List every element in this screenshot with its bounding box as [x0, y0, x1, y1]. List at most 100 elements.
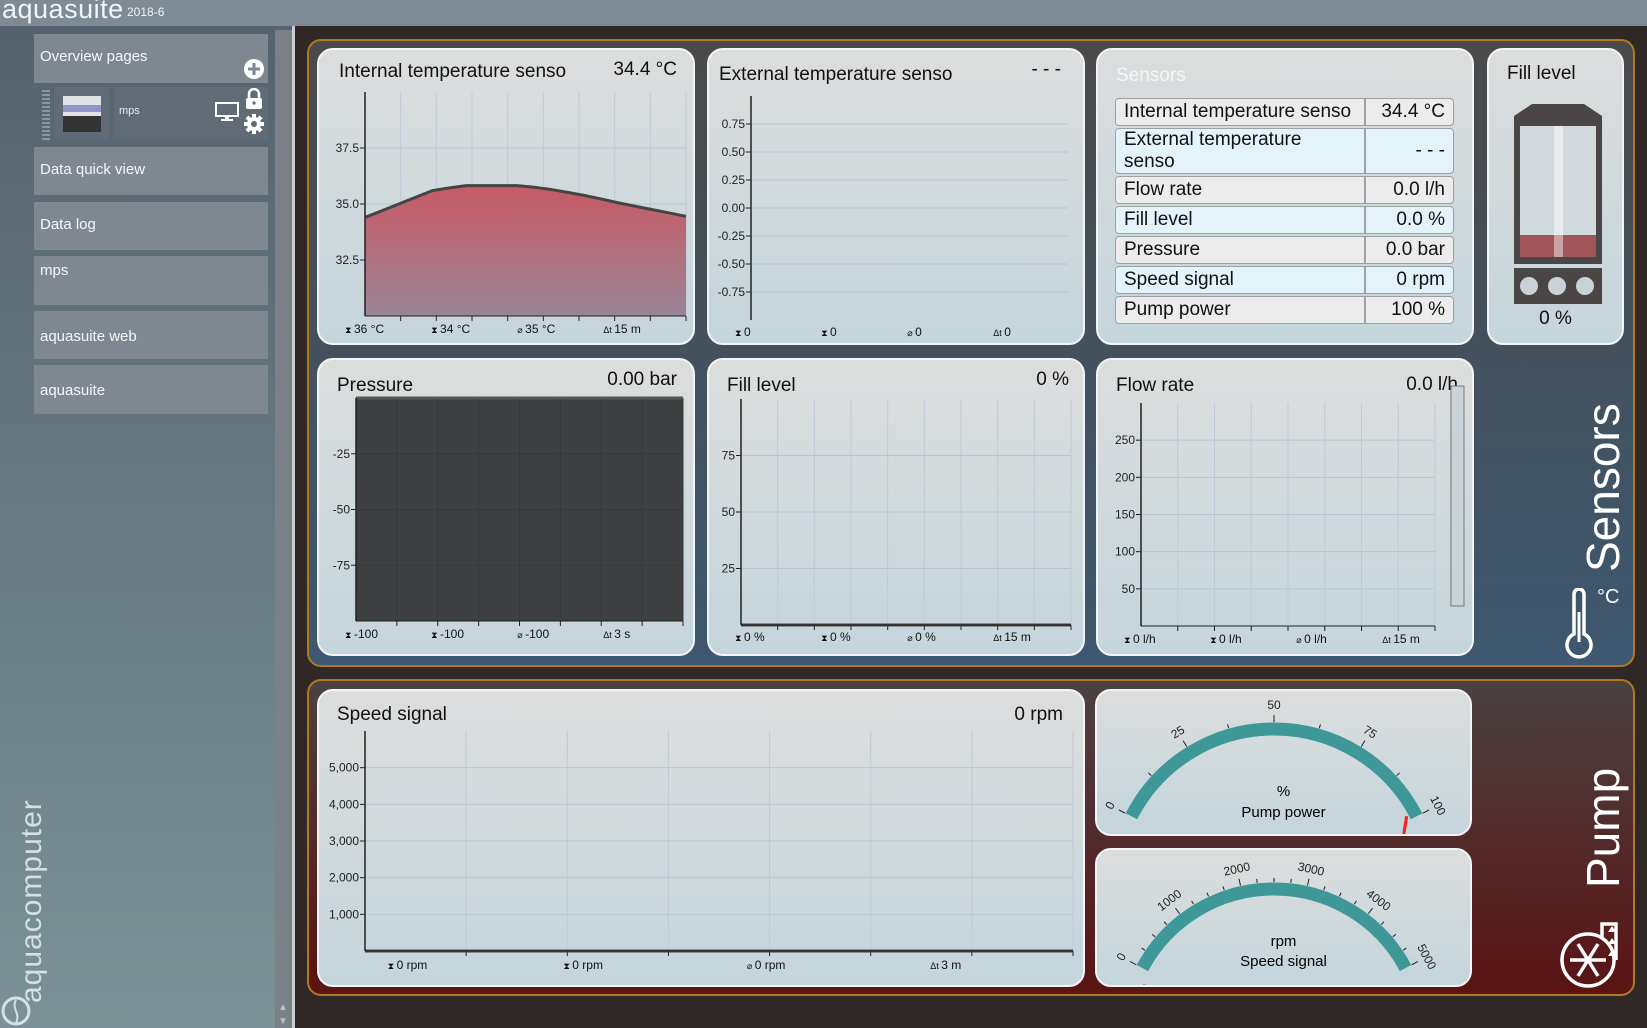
sensor-row[interactable]: Speed signal 0 rpm	[1115, 266, 1454, 294]
sensor-row[interactable]: Pump power 100 %	[1115, 296, 1454, 324]
avg-icon: ⌀	[517, 325, 525, 335]
thermometer-icon	[1565, 588, 1593, 659]
nav-aquasuite-web[interactable]: aquasuite web	[34, 311, 268, 359]
chart-area	[365, 185, 686, 316]
minor-tick	[1318, 724, 1321, 729]
stat-max: ⧗ 36 °C	[345, 322, 384, 336]
sidebar-divider[interactable]	[292, 26, 295, 1028]
nav-label: aquasuite	[40, 382, 106, 399]
minor-tick	[1323, 886, 1326, 891]
major-tick	[1411, 961, 1419, 966]
stat-avg: ⌀ 0 rpm	[747, 958, 786, 972]
avg-icon: ⌀	[1296, 635, 1304, 645]
stat-max: ⧗ 0 rpm	[388, 958, 428, 972]
max-icon: ⧗	[345, 325, 354, 335]
overview-pages-button[interactable]: Overview pages	[34, 34, 268, 83]
settings-gear-icon[interactable]	[243, 113, 265, 135]
scroll-up-icon[interactable]: ▲	[278, 1002, 288, 1013]
minor-tick	[1227, 724, 1230, 729]
dt-icon: Δt	[1382, 635, 1393, 645]
flow-rate-chart[interactable]: Flow rate 0.0 l/h 250 200 150 100 50 ⧗ 0 l/h ⧗…	[1096, 358, 1474, 656]
sensor-row[interactable]: External temperature senso - - -	[1115, 128, 1454, 174]
sensor-row[interactable]: Pressure 0.0 bar	[1115, 236, 1454, 264]
chart-svg: 0.750.500.250.00-0.25-0.50-0.75⧗ 0 ⧗ 0 ⌀ 0…	[718, 96, 1068, 339]
speed-signal-gauge: rpm Speed signal 0 1000 2000 3000 4000 5000	[1095, 848, 1472, 987]
stat-value: 0 %	[915, 630, 936, 644]
stat-value: 0 %	[830, 630, 851, 644]
stat-value: 15 m	[1004, 630, 1031, 644]
tank-base-icon	[1514, 268, 1602, 304]
nav-label: Data log	[40, 216, 96, 233]
min-icon: ⧗	[563, 961, 572, 971]
stat-dt: Δt 15 m	[603, 322, 641, 336]
stat-value: 0 rpm	[755, 958, 786, 972]
sidebar: Overview pages mps Data quick view Data …	[0, 26, 295, 1028]
page-thumbnail[interactable]	[54, 87, 109, 139]
stat-avg: ⌀ 0 %	[907, 630, 936, 644]
avg-icon: ⌀	[907, 328, 915, 338]
max-icon: ⧗	[735, 633, 744, 643]
pump-icon	[1560, 922, 1618, 988]
monitor-icon[interactable]	[215, 102, 239, 122]
pressure-chart[interactable]: Pressure 0.00 bar -25 -50 -75 ⧗ -100 ⧗ -100 ⌀…	[317, 358, 695, 656]
internal-temperature-chart[interactable]: Internal temperature senso 34.4 °C 37.5 3…	[317, 48, 695, 345]
sensor-value: 0.0 bar	[1365, 236, 1454, 264]
stat-avg: ⌀ -100	[517, 627, 549, 641]
major-tick	[1307, 878, 1310, 886]
stat-value: -100	[354, 627, 378, 641]
sensor-value: 0.0 %	[1365, 206, 1454, 234]
minor-tick	[1338, 892, 1342, 897]
gauge-tick-label: 50	[1267, 698, 1281, 712]
stat-min: ⧗ 0 %	[821, 630, 851, 644]
gauge-tick-label: 0	[1102, 799, 1118, 812]
y-tick-label: 50	[722, 505, 736, 519]
sensor-label: Pump power	[1115, 296, 1365, 324]
stat-value: 0 l/h	[1133, 632, 1156, 646]
stat-dt: Δt 15 m	[1382, 632, 1420, 646]
nav-mps[interactable]: mps	[34, 256, 268, 305]
stat-value: 0 l/h	[1219, 632, 1242, 646]
stat-value: 0	[1004, 325, 1011, 339]
fill-level-chart[interactable]: Fill level 0 % 75 50 25 ⧗ 0 % ⧗ 0 % ⌀ 0 % Δt 1…	[707, 358, 1085, 656]
sensor-row[interactable]: Fill level 0.0 %	[1115, 206, 1454, 234]
sensor-row[interactable]: Internal temperature senso 34.4 °C	[1115, 98, 1454, 126]
y-tick-label: 3,000	[329, 834, 359, 848]
max-icon: ⧗	[388, 961, 397, 971]
external-temperature-chart[interactable]: External temperature senso - - - 0.75 0.5…	[707, 48, 1085, 345]
y-tick-label: 200	[1115, 470, 1135, 484]
avg-icon: ⌀	[747, 961, 755, 971]
minor-tick	[1392, 933, 1397, 938]
sidebar-scrollbar[interactable]: ▲ ▼	[275, 30, 292, 1028]
sensor-row[interactable]: Flow rate 0.0 l/h	[1115, 176, 1454, 204]
y-tick-label: 0.50	[722, 145, 746, 159]
y-tick-label: 5,000	[329, 761, 359, 775]
sensor-label: External temperature senso	[1115, 128, 1365, 174]
dt-icon: Δt	[993, 328, 1004, 338]
page-item-mps[interactable]: mps	[114, 87, 268, 139]
minor-tick	[1141, 947, 1146, 951]
stat-value: 0 l/h	[1304, 632, 1327, 646]
celsius-unit-label: °C	[1597, 586, 1620, 608]
stat-value: 0	[830, 325, 837, 339]
add-page-icon[interactable]	[244, 59, 264, 79]
nav-aquasuite[interactable]: aquasuite	[34, 365, 268, 414]
drag-handle[interactable]	[42, 90, 50, 140]
sensor-label: Internal temperature senso	[1115, 98, 1365, 126]
y-tick-label: 37.5	[336, 141, 360, 155]
min-icon: ⧗	[821, 633, 830, 643]
stat-min: ⧗ 0 rpm	[563, 958, 603, 972]
nav-data-quick-view[interactable]: Data quick view	[34, 147, 268, 195]
stat-value: 0 %	[744, 630, 765, 644]
stat-dt: Δt 3 m	[930, 958, 961, 972]
y-tick-label: 75	[722, 449, 736, 463]
pump-group-label: Pump	[1577, 767, 1629, 888]
speed-signal-chart[interactable]: Speed signal 0 rpm 5,000 4,000 3,000 2,000 1…	[317, 689, 1085, 987]
nav-data-log[interactable]: Data log	[34, 202, 268, 250]
lock-icon[interactable]	[245, 88, 263, 110]
stat-dt: Δt 15 m	[993, 630, 1031, 644]
sensor-value: 0 rpm	[1365, 266, 1454, 294]
aquacomputer-logo-icon	[1, 996, 31, 1026]
scroll-down-icon[interactable]: ▼	[278, 1016, 288, 1027]
fill-level-value: 0 %	[1539, 308, 1572, 329]
y-tick-label: -0.50	[718, 257, 746, 271]
